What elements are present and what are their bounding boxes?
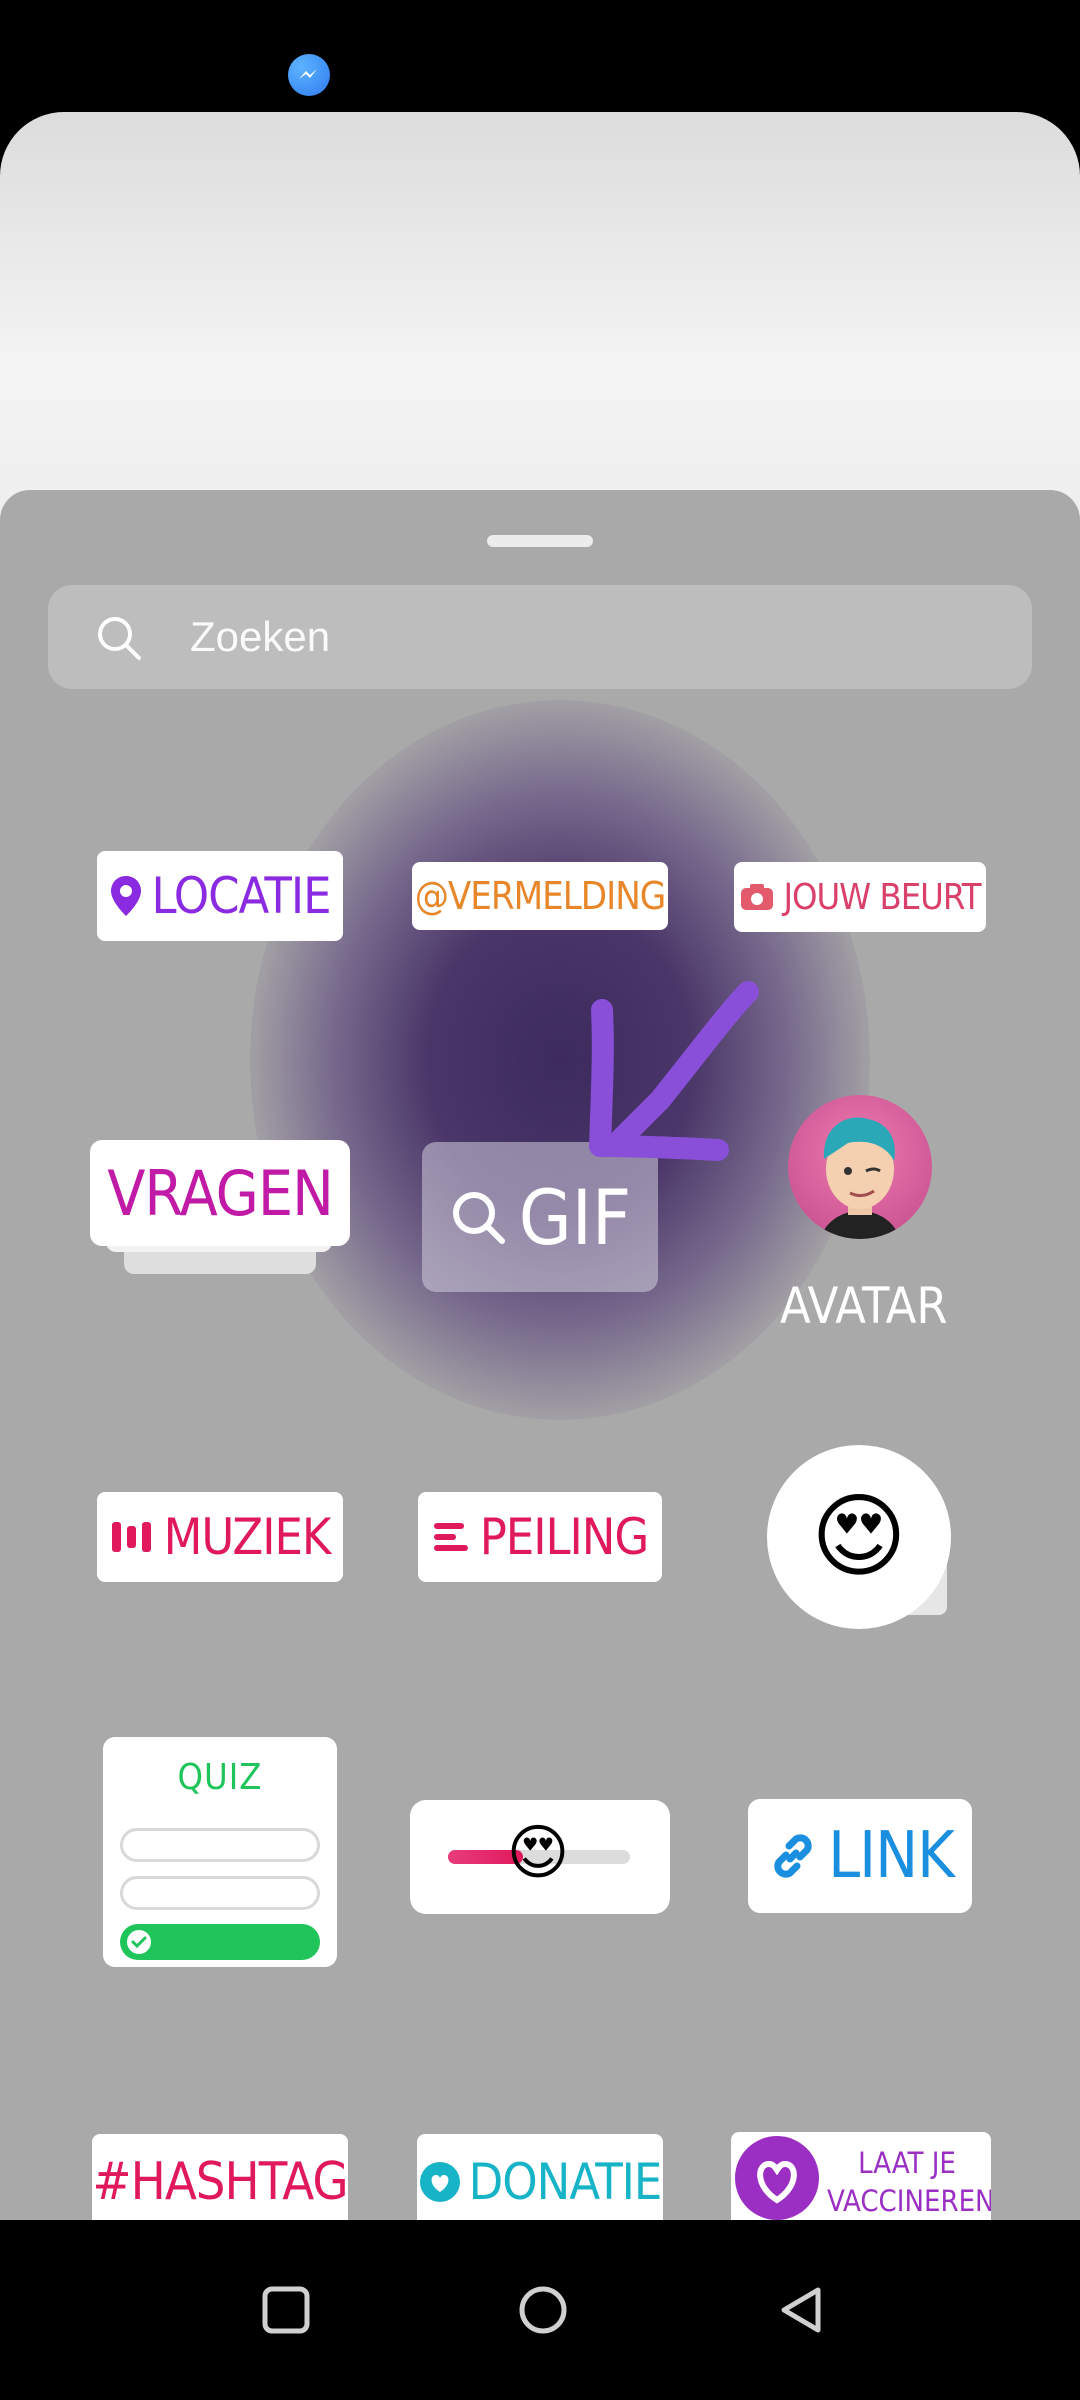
status-bar [0,0,1080,112]
quiz-label: QUIZ [177,1757,263,1798]
vaccinate-label-line1: LAAT JE [858,2146,956,2180]
check-icon [127,1930,151,1954]
slider-thumb-emoji[interactable]: 😍 [503,1818,573,1888]
quiz-sticker[interactable]: QUIZ [103,1737,337,1967]
heart-eyes-emoji: 😍 [811,1486,907,1588]
back-button[interactable] [762,2270,842,2350]
gif-search-icon [452,1192,505,1244]
emoji-reaction-sticker[interactable]: 😍 [767,1445,957,1635]
music-bars-icon [111,1522,151,1552]
poll-sticker[interactable]: PEILING [418,1492,662,1582]
donation-label: DONATIE [468,2153,663,2211]
your-turn-label: JOUW BEURT [783,876,981,918]
camera-icon [741,884,774,910]
background-glow [250,700,870,1420]
link-label: LINK [828,1819,955,1893]
back-triangle-icon [781,2287,821,2333]
messenger-icon [288,54,330,96]
search-icon [98,617,141,660]
questions-label: VRAGEN [107,1156,334,1230]
square-icon [262,2286,310,2334]
poll-lines-icon [433,1523,468,1551]
link-icon [774,1834,812,1878]
hashtag-label: #HASHTAG [92,2152,348,2212]
circle-icon [519,2286,567,2334]
gif-label: GIF [518,1172,632,1262]
vaccinate-label-line2: VACCINEREN [827,2184,991,2218]
search-input[interactable] [190,607,890,667]
quiz-option-correct [120,1924,320,1960]
your-turn-sticker[interactable]: JOUW BEURT [734,862,986,932]
music-label: MUZIEK [163,1508,332,1566]
mention-sticker[interactable]: @VERMELDING [412,862,668,930]
story-canvas [0,112,1080,532]
home-button[interactable] [503,2270,583,2350]
quiz-option-2 [120,1876,320,1910]
recents-button[interactable] [246,2270,326,2350]
vaccinate-heart-icon [735,2136,819,2220]
music-sticker[interactable]: MUZIEK [97,1492,343,1582]
link-sticker[interactable]: LINK [748,1799,972,1913]
sticker-sheet[interactable]: LOCATIE @VERMELDING JOUW BEURT VRAGEN GI… [0,490,1080,2220]
sheet-drag-handle[interactable] [487,535,593,547]
poll-label: PEILING [479,1508,650,1566]
location-sticker[interactable]: LOCATIE [97,851,343,941]
avatar [788,1095,932,1239]
quiz-option-1 [120,1828,320,1862]
navigation-bar [0,2220,1080,2400]
donation-sticker[interactable]: DONATIE [417,2134,663,2220]
annotation-arrow [589,981,759,1161]
hashtag-sticker[interactable]: #HASHTAG [92,2134,349,2220]
avatar-label: AVATAR [780,1277,948,1335]
emoji-slider-sticker[interactable]: 😍 [410,1800,670,1914]
location-label: LOCATIE [151,867,331,925]
location-pin-icon [111,876,142,916]
questions-sticker[interactable]: VRAGEN [90,1140,350,1290]
mention-label: @VERMELDING [414,874,667,918]
vaccinate-sticker[interactable]: LAAT JE VACCINEREN [731,2132,991,2220]
search-bar[interactable] [48,585,1032,689]
avatar-sticker[interactable]: AVATAR [780,1095,948,1345]
heart-icon [419,2162,460,2202]
